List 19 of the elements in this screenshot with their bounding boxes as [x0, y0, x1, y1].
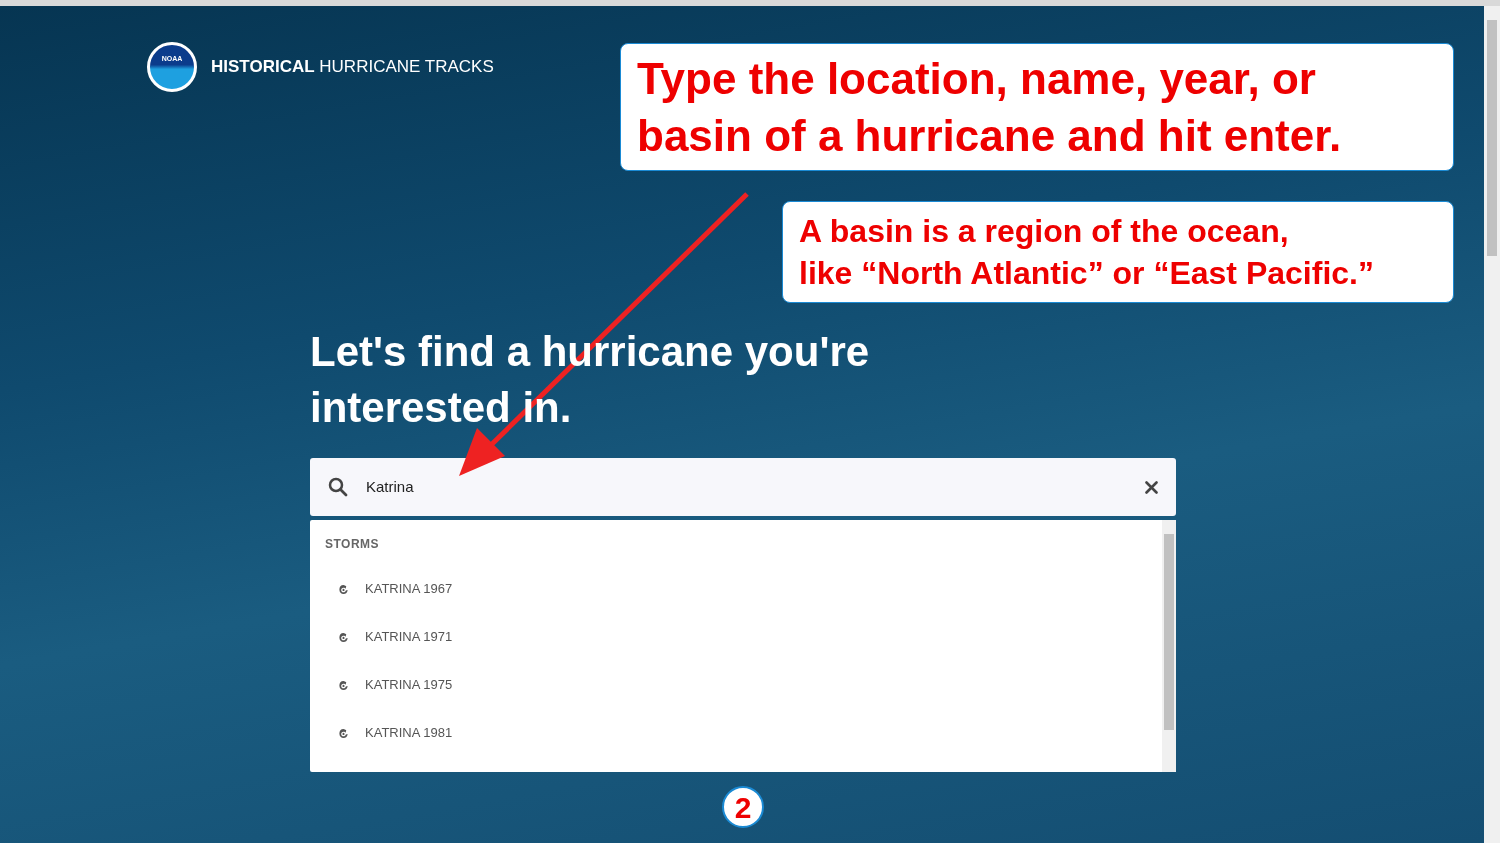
- storm-result[interactable]: KATRINA 1971: [325, 613, 1162, 661]
- storm-icon: [338, 727, 349, 739]
- callout: A basin is a region of the ocean, like “North Atlantic” or “East Pacific.”: [782, 201, 1454, 303]
- site-title: HISTORICAL HURRICANE TRACKS: [211, 56, 494, 79]
- section-label: STORMS: [325, 536, 381, 553]
- storm-result[interactable]: KATRINA 1981: [325, 709, 1162, 757]
- storm-result[interactable]: KATRINA 1967: [325, 565, 1162, 613]
- storm-icon: [338, 631, 349, 643]
- search-input[interactable]: Katrina: [366, 475, 1127, 499]
- step-number: 2: [722, 786, 764, 828]
- search-bar[interactable]: Katrina: [310, 458, 1176, 516]
- storm-result[interactable]: KATRINA 1975: [325, 661, 1162, 709]
- storm-icon: [338, 583, 349, 595]
- storm-icon: [338, 679, 349, 691]
- close-icon[interactable]: [1145, 480, 1158, 494]
- callout: Type the location, name, year, or basin of a hurricane and hit enter.: [620, 43, 1454, 171]
- browser-scrollbar[interactable]: [1484, 6, 1500, 843]
- scrollbar[interactable]: [1162, 520, 1176, 772]
- search-icon: [328, 477, 348, 497]
